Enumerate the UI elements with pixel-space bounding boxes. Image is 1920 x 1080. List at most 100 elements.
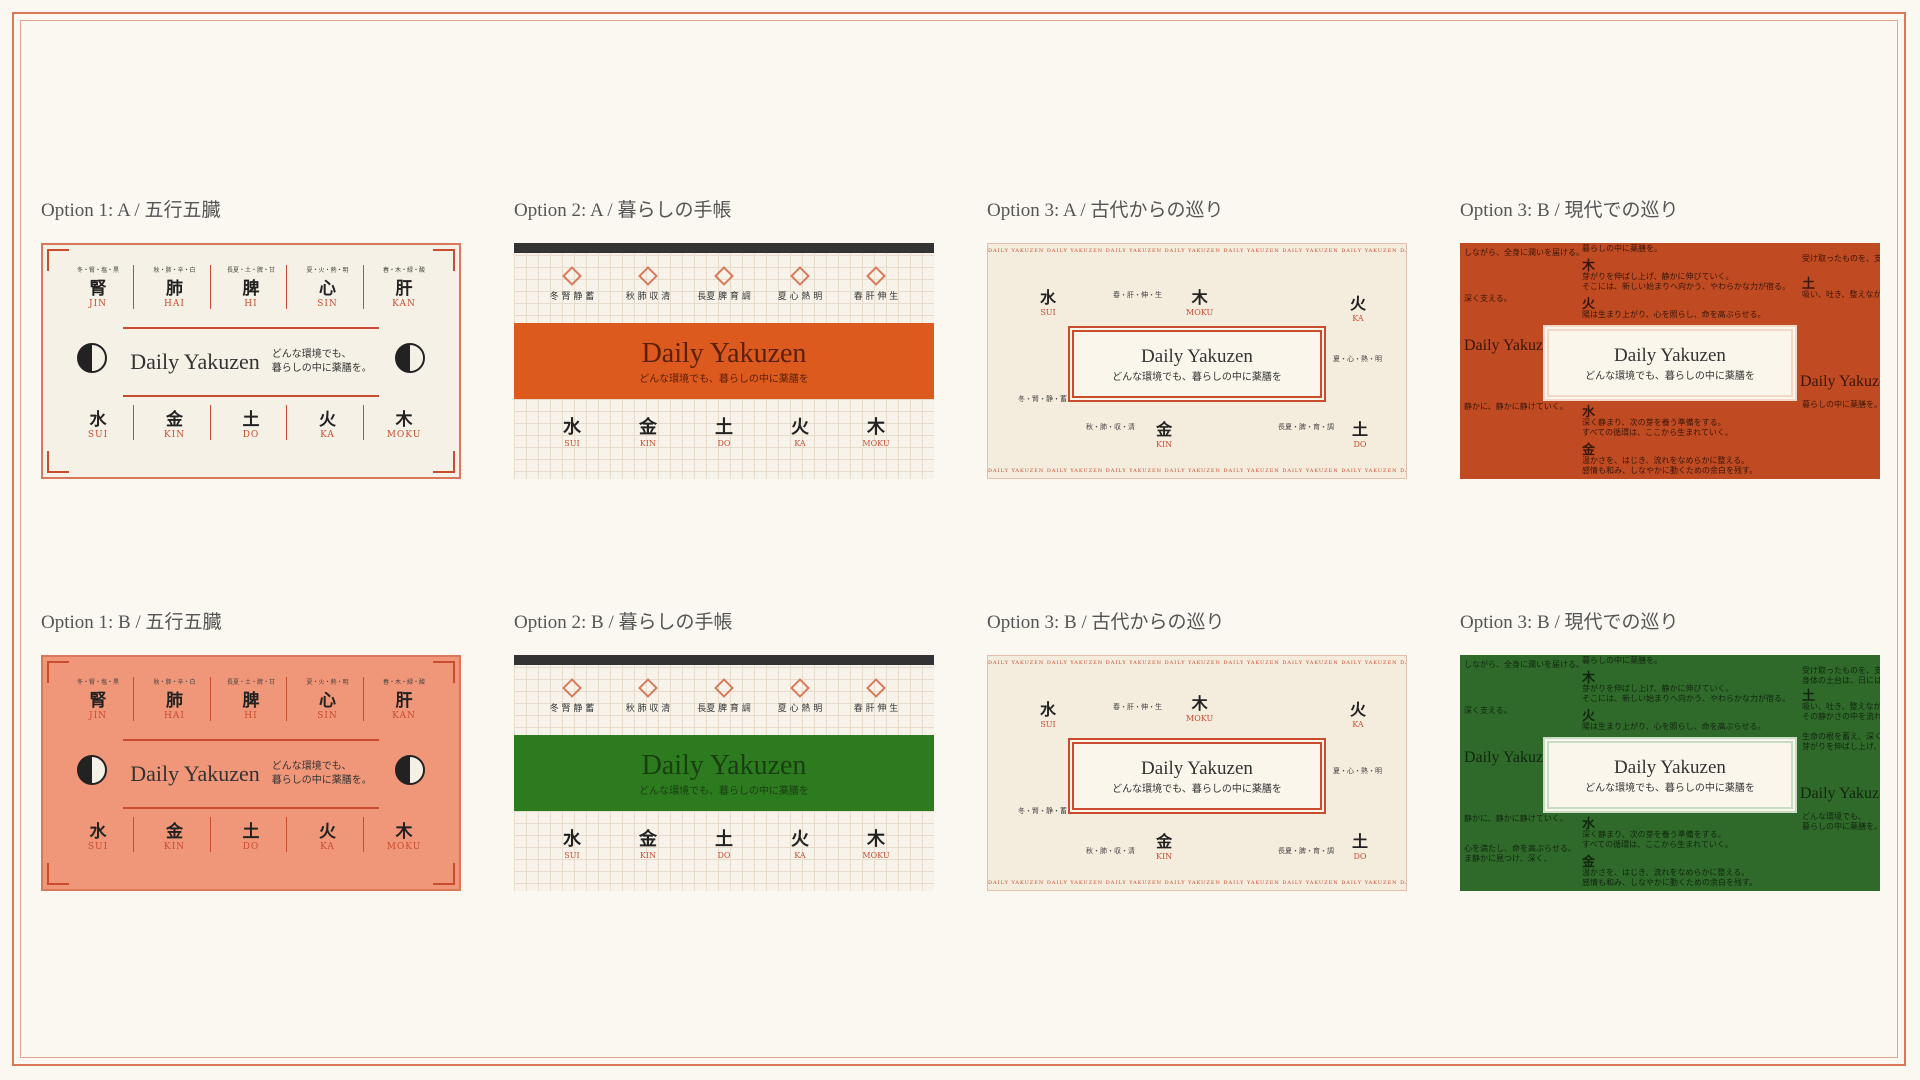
element-note: 長夏・脾・育・調	[1278, 847, 1334, 855]
element-item: 木 MOKU	[386, 822, 422, 852]
option-card-3b[interactable]: Option 3: B / 古代からの巡り DAILY YAKUZEN DAIL…	[987, 608, 1407, 891]
pair-item: 春 肝 伸 生	[846, 266, 906, 302]
element-note: 夏・心・熱・明	[1333, 355, 1382, 363]
pair-item: 秋 肺 収 清	[618, 266, 678, 302]
brand-subtitle: どんな環境でも、暮らしの中に薬膳を	[1112, 783, 1282, 795]
element-row: 水 SUI 金 KIN 土 DO 火 KA 木 MOKU	[63, 817, 439, 852]
element-item: 水 SUI	[1040, 700, 1057, 729]
element-item: 土 DO	[216, 405, 287, 440]
element-item: 木 MOKU	[1186, 694, 1214, 723]
ribbon-text: DAILY YAKUZEN DAILY YAKUZEN DAILY YAKUZE…	[988, 468, 1406, 474]
yin-yang-icon	[395, 755, 425, 785]
element-row: 水 SUI 金 KIN 土 DO 火 KA 木 MOKU	[534, 825, 914, 860]
option-caption: Option 3: B / 現代での巡り	[1460, 200, 1679, 221]
brand-subtitle: どんな環境でも、暮らしの中に薬膳を	[1585, 782, 1755, 794]
pair-item: 冬 腎 静 蓄	[542, 266, 602, 302]
organ-row: 冬・腎・塩・黒腎 JIN 秋・肺・辛・白肺 HAI 長夏・土・脾・甘脾 HI 夏・火・…	[63, 265, 439, 309]
design-preview-4b[interactable]: しながら、全身に潤いを届ける。 暮らしの中に薬膳を。 木 芽がりを伸ばし上げ、静…	[1460, 655, 1880, 891]
organ-item: 夏・火・熱・明心 SIN	[293, 265, 364, 309]
ribbon-text: DAILY YAKUZEN DAILY YAKUZEN DAILY YAKUZE…	[988, 880, 1406, 886]
element-item: 水 SUI	[63, 817, 134, 852]
corner-ornament	[433, 451, 455, 473]
design-preview-3a[interactable]: DAILY YAKUZEN DAILY YAKUZEN DAILY YAKUZE…	[987, 243, 1407, 479]
element-item: 水 SUI	[563, 829, 581, 860]
element-item: 水 SUI	[563, 417, 581, 448]
element-note: 夏・心・熱・明	[1333, 767, 1382, 775]
element-note: 春・肝・伸・生	[1113, 291, 1162, 299]
design-preview-2b[interactable]: 冬 腎 静 蓄 秋 肺 収 清 長夏 脾 育 調 夏 心 熱 明 春 肝 伸 生…	[514, 655, 934, 891]
option-caption: Option 3: B / 現代での巡り	[1460, 612, 1679, 633]
diamond-icon	[866, 678, 886, 698]
organ-item: 長夏・土・脾・甘脾 HI	[216, 265, 287, 309]
design-preview-3b[interactable]: DAILY YAKUZEN DAILY YAKUZEN DAILY YAKUZE…	[987, 655, 1407, 891]
element-note: 冬・腎・静・蓄	[1018, 807, 1067, 815]
option-card-2a[interactable]: Option 2: A / 暮らしの手帳 冬 腎 静 蓄 秋 肺 収 清 長夏 …	[514, 196, 934, 479]
diamond-icon	[562, 678, 582, 698]
organ-item: 秋・肺・辛・白肺 HAI	[140, 677, 211, 721]
element-item: 金 KIN	[639, 829, 657, 860]
ribbon-text: DAILY YAKUZEN DAILY YAKUZEN DAILY YAKUZE…	[988, 248, 1406, 254]
brand-subtitle: どんな環境でも、暮らしの中に薬膳を	[639, 785, 809, 797]
element-item: 土 DO	[715, 417, 733, 448]
diamond-icon	[714, 678, 734, 698]
corner-ornament	[47, 451, 69, 473]
top-bar	[514, 655, 934, 665]
pair-item: 夏 心 熱 明	[770, 266, 830, 302]
diamond-icon	[790, 266, 810, 286]
element-note: 秋・肺・収・清	[1086, 423, 1135, 431]
title-stripe: Daily Yakuzen どんな環境でも、暮らしの中に薬膳を	[514, 735, 934, 811]
option-caption: Option 3: B / 古代からの巡り	[987, 612, 1225, 633]
element-item: 木 MOKU	[1186, 288, 1214, 317]
element-item: 金 KIN	[1156, 420, 1173, 449]
organ-item: 春・木・緑・酸肝 KAN	[382, 267, 425, 309]
option-card-2b[interactable]: Option 2: B / 暮らしの手帳 冬 腎 静 蓄 秋 肺 収 清 長夏 …	[514, 608, 934, 891]
option-caption: Option 3: A / 古代からの巡り	[987, 200, 1224, 221]
option-caption: Option 2: A / 暮らしの手帳	[514, 200, 732, 221]
option-card-4a[interactable]: Option 3: B / 現代での巡り しながら、全身に潤いを届ける。 暮らし…	[1460, 196, 1880, 479]
yin-yang-icon	[77, 755, 107, 785]
yin-yang-icon	[77, 343, 107, 373]
yin-yang-icon	[395, 343, 425, 373]
top-bar	[514, 243, 934, 253]
element-note: 長夏・脾・育・調	[1278, 423, 1334, 431]
brand-title: Daily Yakuzen	[1614, 756, 1726, 778]
title-stripe: Daily Yakuzen どんな環境でも、暮らしの中に薬膳を	[514, 323, 934, 399]
design-preview-1b[interactable]: 冬・腎・塩・黒腎 JIN 秋・肺・辛・白肺 HAI 長夏・土・脾・甘脾 HI 夏・火・…	[41, 655, 461, 891]
element-item: 火 KA	[1350, 294, 1367, 323]
option-card-4b[interactable]: Option 3: B / 現代での巡り しながら、全身に潤いを届ける。 暮らし…	[1460, 608, 1880, 891]
brand-subtitle: どんな環境でも、 暮らしの中に薬膳を。	[271, 349, 372, 374]
option-card-1a[interactable]: Option 1: A / 五行五臓 冬・腎・塩・黒腎 JIN 秋・肺・辛・白肺 H…	[41, 196, 461, 479]
option-card-1b[interactable]: Option 1: B / 五行五臓 冬・腎・塩・黒腎 JIN 秋・肺・辛・白肺 H…	[41, 608, 461, 891]
element-item: 金 KIN	[140, 817, 211, 852]
element-item: 水 SUI	[1040, 288, 1057, 317]
element-item: 土 DO	[1352, 420, 1369, 449]
design-preview-1a[interactable]: 冬・腎・塩・黒腎 JIN 秋・肺・辛・白肺 HAI 長夏・土・脾・甘脾 HI 夏・火・…	[41, 243, 461, 479]
element-item: 水 SUI	[63, 405, 134, 440]
element-item: 土 DO	[216, 817, 287, 852]
element-item: 土 DO	[1352, 832, 1369, 861]
organ-item: 秋・肺・辛・白肺 HAI	[140, 265, 211, 309]
element-item: 木 MOKU	[862, 829, 890, 860]
diamond-icon	[638, 678, 658, 698]
design-preview-2a[interactable]: 冬 腎 静 蓄 秋 肺 収 清 長夏 脾 育 調 夏 心 熱 明 春 肝 伸 生…	[514, 243, 934, 479]
element-item: 金 KIN	[1156, 832, 1173, 861]
organ-row: 冬・腎・塩・黒腎 JIN 秋・肺・辛・白肺 HAI 長夏・土・脾・甘脾 HI 夏・火・…	[63, 677, 439, 721]
organ-item: 長夏・土・脾・甘脾 HI	[216, 677, 287, 721]
option-caption: Option 1: A / 五行五臓	[41, 200, 221, 221]
element-row: 水 SUI 金 KIN 土 DO 火 KA 木 MOKU	[63, 405, 439, 440]
element-item: 土 DO	[715, 829, 733, 860]
element-note: 春・肝・伸・生	[1113, 703, 1162, 711]
element-item: 火 KA	[293, 817, 364, 852]
design-preview-4a[interactable]: しながら、全身に潤いを届ける。 暮らしの中に薬膳を。 木 芽がりを伸ばし上げ、静…	[1460, 243, 1880, 479]
brand-title: Daily Yakuzen	[641, 337, 807, 369]
organ-item: 春・木・緑・酸肝 KAN	[382, 679, 425, 721]
element-row: 水 SUI 金 KIN 土 DO 火 KA 木 MOKU	[534, 413, 914, 448]
brand-title: Daily Yakuzen	[1141, 345, 1253, 367]
organ-item: 夏・火・熱・明心 SIN	[293, 677, 364, 721]
title-band: Daily Yakuzen どんな環境でも、 暮らしの中に薬膳を。	[123, 739, 379, 809]
option-card-3a[interactable]: Option 3: A / 古代からの巡り DAILY YAKUZEN DAIL…	[987, 196, 1407, 479]
brand-subtitle: どんな環境でも、 暮らしの中に薬膳を。	[271, 761, 372, 786]
element-item: 火 KA	[791, 417, 809, 448]
brand-title: Daily Yakuzen	[1614, 344, 1726, 366]
brand-title: Daily Yakuzen	[130, 761, 260, 786]
